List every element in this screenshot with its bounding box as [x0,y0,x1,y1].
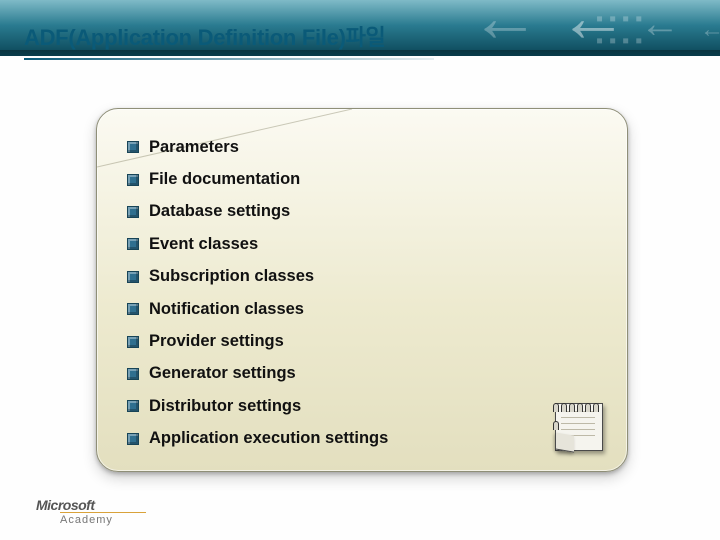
brand-block: Microsoft Academy [36,497,146,526]
list-item-label: Event classes [149,235,258,254]
list-item: Database settings [127,196,603,228]
list-item-label: Distributor settings [149,397,301,416]
square-bullet-icon [127,206,139,218]
list-item-label: Database settings [149,202,290,221]
list-item: Notification classes [127,293,603,325]
brand-subtitle: Academy [60,512,146,526]
arrow-left-icon: ← [700,18,720,42]
square-bullet-icon [127,303,139,315]
list-item: Generator settings [127,358,603,390]
square-bullet-icon [127,336,139,348]
title-underline [24,58,434,60]
content-card: Parameters File documentation Database s… [96,108,628,472]
title-block: ADF(Application Definition File)파일 [24,20,544,60]
list-item: Distributor settings [127,390,603,422]
square-bullet-icon [127,271,139,283]
list-item-label: Provider settings [149,332,284,351]
bullet-list: Parameters File documentation Database s… [127,131,603,455]
list-item: Parameters [127,131,603,163]
list-item: File documentation [127,163,603,195]
notepad-icon [551,397,609,455]
list-item-label: Application execution settings [149,429,388,448]
square-bullet-icon [127,174,139,186]
list-item-label: Notification classes [149,300,304,319]
list-item-label: File documentation [149,170,300,189]
page-title: ADF(Application Definition File)파일 [24,20,544,52]
slide: ← ← ← ← ▪▪▪▪ ▪▪▪▪ ADF(Application Defini… [0,0,720,540]
list-item-label: Generator settings [149,364,296,383]
list-item: Event classes [127,228,603,260]
square-bullet-icon [127,368,139,380]
list-item: Provider settings [127,325,603,357]
square-bullet-icon [127,433,139,445]
list-item: Subscription classes [127,261,603,293]
list-item: Application execution settings [127,423,603,455]
square-bullet-icon [127,238,139,250]
list-item-label: Parameters [149,138,239,157]
square-bullet-icon [127,400,139,412]
list-item-label: Subscription classes [149,267,314,286]
square-bullet-icon [127,141,139,153]
header-dots-icon: ▪▪▪▪ [596,8,648,31]
brand-name: Microsoft [36,497,146,513]
